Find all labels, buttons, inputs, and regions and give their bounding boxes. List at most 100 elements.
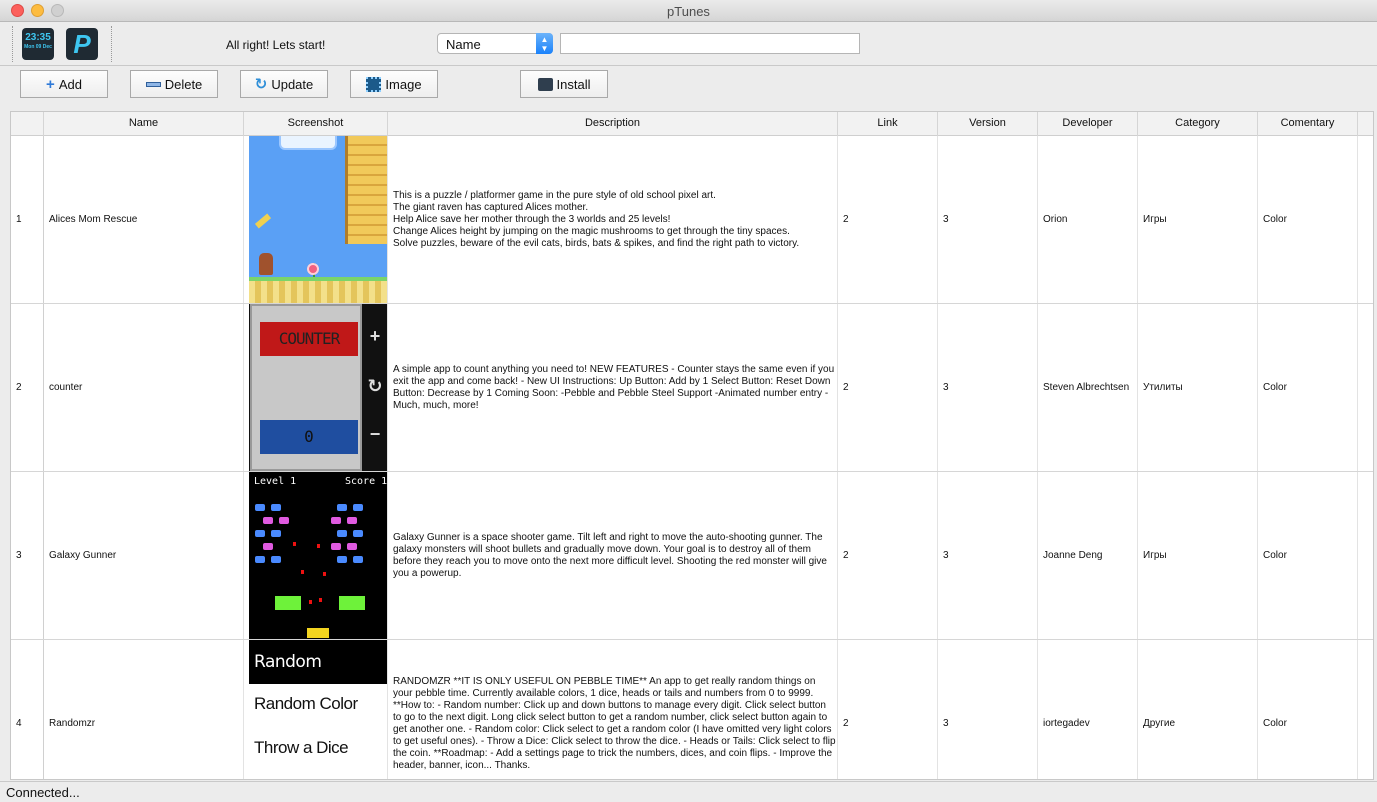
row-index[interactable]: 3: [11, 472, 44, 639]
app-version[interactable]: 3: [938, 472, 1038, 639]
app-description[interactable]: RANDOMZR **IT IS ONLY USEFUL ON PEBBLE T…: [388, 640, 838, 779]
title-bar: pTunes: [0, 0, 1377, 22]
app-category[interactable]: Утилиты: [1138, 304, 1258, 471]
counter-screenshot-image: COUNTER 0 + ↻ −: [249, 304, 387, 471]
app-description[interactable]: This is a puzzle / platformer game in th…: [388, 136, 838, 303]
chevron-updown-icon: ▲ ▼: [536, 33, 553, 54]
table-row[interactable]: 2 counter COUNTER 0 + ↻ − A simple app t…: [11, 304, 1373, 472]
throw-dice-item: Throw a Dice: [254, 738, 349, 757]
delete-button[interactable]: Delete: [130, 70, 218, 98]
status-message: All right! Lets start!: [226, 38, 326, 52]
app-version[interactable]: 3: [938, 640, 1038, 779]
invader-sprite: [271, 556, 281, 563]
app-description[interactable]: Galaxy Gunner is a space shooter game. T…: [388, 472, 838, 639]
watch-icon-time: 23:35: [25, 32, 51, 43]
column-header-developer[interactable]: Developer: [1038, 112, 1138, 136]
app-name[interactable]: Alices Mom Rescue: [44, 136, 244, 303]
install-icon: [537, 77, 553, 91]
table-row[interactable]: 1 Alices Mom Rescue This is a puzzle / p…: [11, 136, 1373, 304]
app-developer[interactable]: Steven Albrechtsen: [1038, 304, 1138, 471]
ptunes-logo-icon[interactable]: P: [66, 28, 98, 60]
bunker-shield: [339, 596, 365, 610]
row-header-corner[interactable]: [11, 112, 44, 136]
app-comentary[interactable]: Color: [1258, 640, 1358, 779]
random-number-item: Random Number: [249, 640, 387, 716]
app-link[interactable]: 2: [838, 304, 938, 471]
counter-pane: COUNTER 0: [250, 304, 362, 471]
row-index[interactable]: 1: [11, 136, 44, 303]
app-category[interactable]: Другие: [1138, 640, 1258, 779]
invader-sprite: [347, 517, 357, 524]
image-button[interactable]: Image: [350, 70, 438, 98]
app-comentary[interactable]: Color: [1258, 304, 1358, 471]
app-screenshot-cell[interactable]: Level 1 Score 15: [244, 472, 388, 639]
invader-sprite: [337, 530, 347, 537]
column-header-screenshot[interactable]: Screenshot: [244, 112, 388, 136]
app-developer[interactable]: Orion: [1038, 136, 1138, 303]
app-developer[interactable]: Joanne Deng: [1038, 472, 1138, 639]
toolbar-separator: [111, 26, 113, 62]
galaxy-screenshot-image: Level 1 Score 15: [249, 472, 387, 639]
app-category[interactable]: Игры: [1138, 472, 1258, 639]
app-version[interactable]: 3: [938, 304, 1038, 471]
galaxy-score-text: Score 15: [345, 476, 387, 487]
app-screenshot-cell[interactable]: COUNTER 0 + ↻ −: [244, 304, 388, 471]
table-header: Name Screenshot Description Link Version…: [11, 112, 1373, 136]
search-input[interactable]: [560, 33, 860, 54]
counter-value: 0: [260, 420, 358, 454]
install-button-label: Install: [556, 76, 591, 92]
row-index[interactable]: 2: [11, 304, 44, 471]
app-name[interactable]: Galaxy Gunner: [44, 472, 244, 639]
galaxy-level-text: Level 1: [254, 476, 297, 487]
minus-icon: −: [369, 424, 381, 444]
table-row[interactable]: 4 Randomzr Random Number Random Color Th…: [11, 640, 1373, 779]
search-field-select[interactable]: Name ▲ ▼: [437, 33, 553, 54]
alice-sprite: [259, 253, 273, 275]
install-button[interactable]: Install: [520, 70, 608, 98]
delete-button-label: Delete: [164, 76, 203, 92]
column-header-category[interactable]: Category: [1138, 112, 1258, 136]
app-name[interactable]: counter: [44, 304, 244, 471]
app-category[interactable]: Игры: [1138, 136, 1258, 303]
invader-sprite: [263, 517, 273, 524]
column-header-link[interactable]: Link: [838, 112, 938, 136]
key-icon: [254, 213, 272, 229]
enemy-bullet: [323, 572, 326, 576]
update-button[interactable]: ↻ Update: [240, 70, 328, 98]
player-ship: [307, 628, 329, 638]
toolbar: 23:35 Mon 09 Dec P All right! Lets start…: [0, 22, 1377, 66]
column-header-name[interactable]: Name: [44, 112, 244, 136]
app-link[interactable]: 2: [838, 640, 938, 779]
toolbar-grip[interactable]: [12, 26, 14, 62]
column-header-comentary[interactable]: Comentary: [1258, 112, 1358, 136]
column-header-description[interactable]: Description: [388, 112, 838, 136]
watch-icon[interactable]: 23:35 Mon 09 Dec: [22, 28, 54, 60]
app-developer[interactable]: iortegadev: [1038, 640, 1138, 779]
app-screenshot-cell[interactable]: Random Number Random Color Throw a Dice: [244, 640, 388, 779]
search-field-selected: Name: [446, 37, 481, 52]
invader-sprite: [347, 543, 357, 550]
app-version[interactable]: 3: [938, 136, 1038, 303]
alice-screenshot-image: [249, 136, 387, 303]
table-row[interactable]: 3 Galaxy Gunner Level 1 Score 15: [11, 472, 1373, 640]
app-name[interactable]: Randomzr: [44, 640, 244, 779]
app-link[interactable]: 2: [838, 472, 938, 639]
status-bar: Connected...: [0, 781, 1377, 802]
column-header-version[interactable]: Version: [938, 112, 1038, 136]
invader-sprite: [353, 504, 363, 511]
app-comentary[interactable]: Color: [1258, 136, 1358, 303]
enemy-bullet: [319, 598, 322, 602]
app-link[interactable]: 2: [838, 136, 938, 303]
apps-table[interactable]: Name Screenshot Description Link Version…: [10, 111, 1374, 780]
app-comentary[interactable]: Color: [1258, 472, 1358, 639]
app-description[interactable]: A simple app to count anything you need …: [388, 304, 838, 471]
plus-icon: +: [369, 326, 381, 346]
row-index[interactable]: 4: [11, 640, 44, 779]
invader-sprite: [279, 517, 289, 524]
app-screenshot-cell[interactable]: [244, 136, 388, 303]
add-button[interactable]: + Add: [20, 70, 108, 98]
bunker-shield: [275, 596, 301, 610]
chip-icon: [366, 76, 382, 92]
enemy-bullet: [309, 600, 312, 604]
invader-sprite: [331, 543, 341, 550]
